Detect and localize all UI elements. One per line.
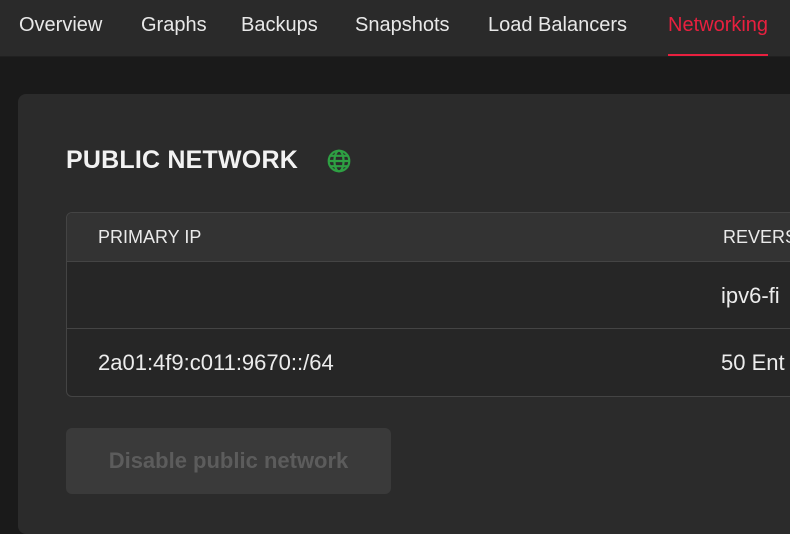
table-row: ipv6-fi	[67, 262, 790, 329]
table-header: PRIMARY IP REVERS	[67, 213, 790, 262]
public-network-card: PUBLIC NETWORK PRIMARY IP REVERS ipv6-fi…	[18, 94, 790, 534]
tab-graphs[interactable]: Graphs	[141, 0, 207, 56]
disable-public-network-button[interactable]: Disable public network	[66, 428, 391, 494]
tab-backups[interactable]: Backups	[241, 0, 318, 56]
column-header-reverse-dns: REVERS	[723, 227, 790, 247]
section-title: PUBLIC NETWORK	[66, 146, 298, 174]
cell-reverse-dns: 50 Ent	[721, 350, 785, 375]
tab-load-balancers[interactable]: Load Balancers	[488, 0, 627, 56]
column-header-primary-ip: PRIMARY IP	[98, 227, 202, 247]
tab-snapshots[interactable]: Snapshots	[355, 0, 450, 56]
table-row: 2a01:4f9:c011:9670::/64 50 Ent	[67, 329, 790, 396]
tab-overview[interactable]: Overview	[19, 0, 102, 56]
cell-primary-ip[interactable]: 2a01:4f9:c011:9670::/64	[98, 329, 334, 396]
cell-reverse-dns: ipv6-fi	[721, 283, 780, 308]
tab-networking[interactable]: Networking	[668, 0, 769, 56]
globe-icon	[327, 149, 351, 173]
ip-table: PRIMARY IP REVERS ipv6-fi 2a01:4f9:c011:…	[66, 212, 790, 397]
top-navigation: Overview Graphs Backups Snapshots Load B…	[0, 0, 790, 57]
